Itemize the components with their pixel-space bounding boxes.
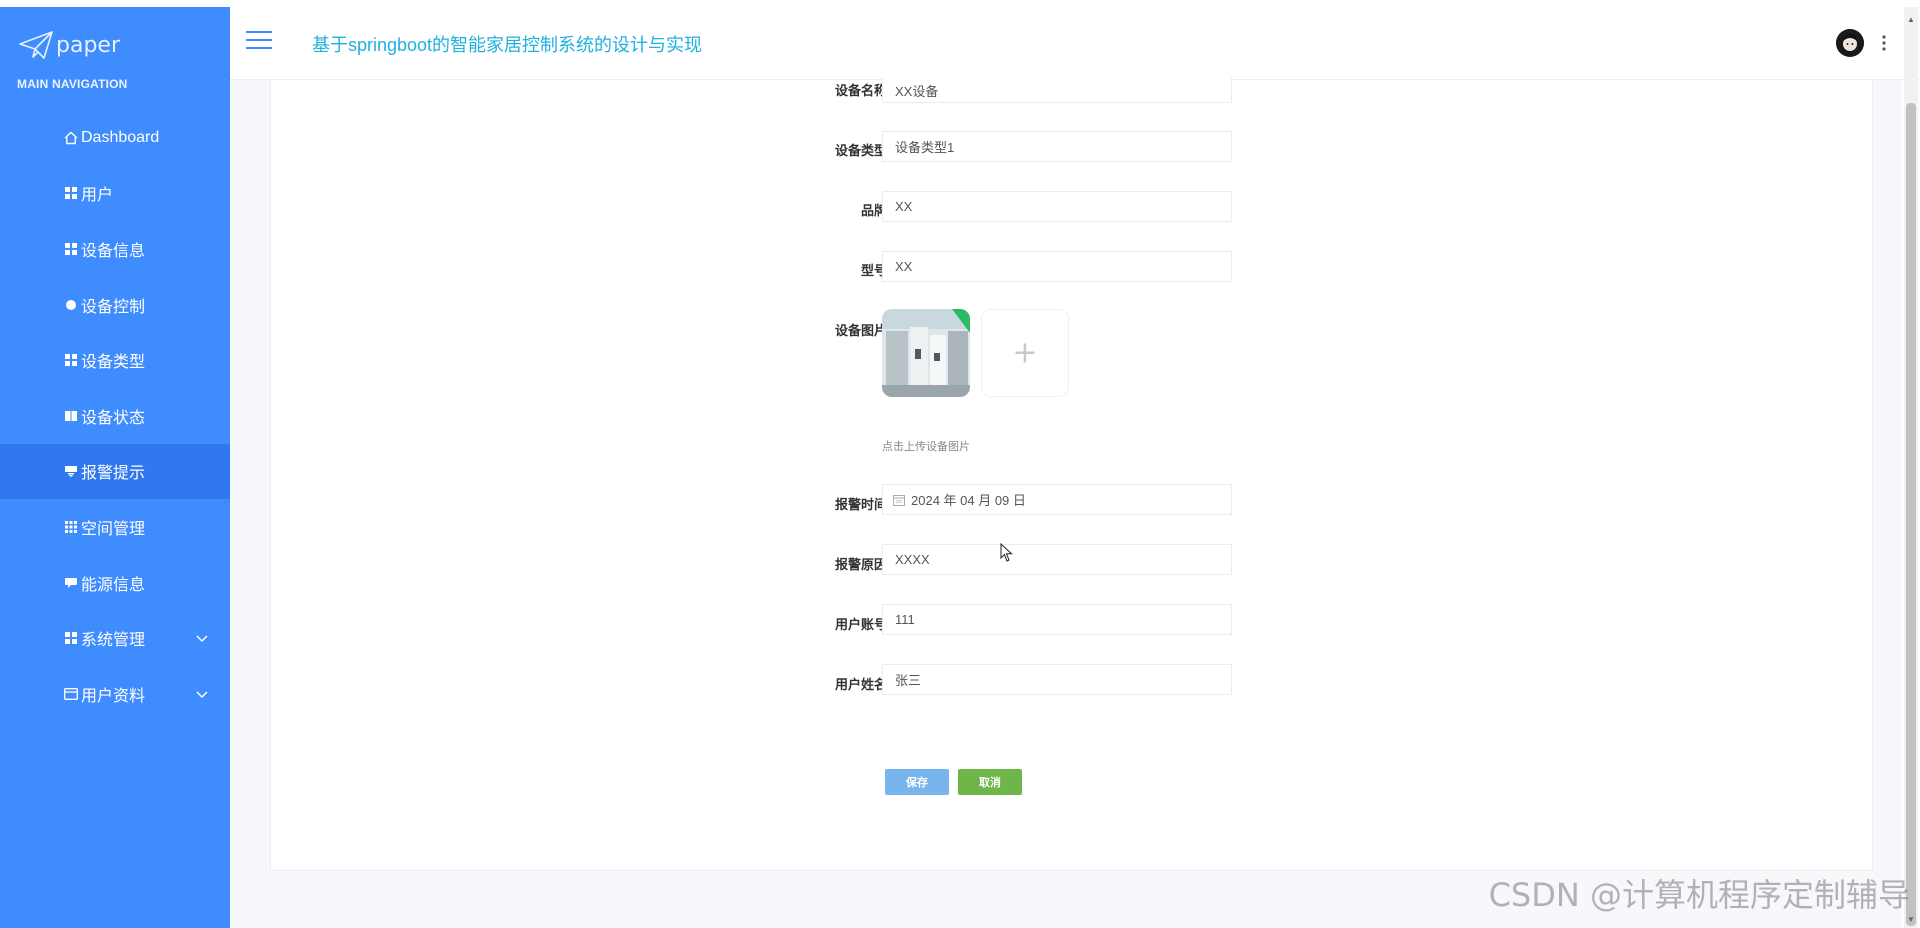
- sidebar-nav: Dashboard 用户 设备信息 设备控制 设备类型 设备状态 报警提示 空间…: [0, 110, 264, 722]
- sidebar-item-system[interactable]: 系统管理: [0, 610, 230, 666]
- chat-icon: [64, 576, 78, 590]
- logo[interactable]: paper: [18, 25, 120, 65]
- card-icon: [64, 687, 78, 701]
- watermark: CSDN @计算机程序定制辅导: [1488, 876, 1910, 914]
- scrollbar[interactable]: ▲ ▼: [1904, 7, 1918, 928]
- user-name-field[interactable]: 张三: [882, 664, 1232, 695]
- paper-plane-icon: [19, 31, 53, 59]
- sidebar-item-label: 报警提示: [81, 465, 146, 483]
- menu-toggle-icon[interactable]: [246, 31, 272, 51]
- grid9-icon: [64, 520, 78, 534]
- form-row-model: 型号: [271, 260, 887, 292]
- top-bar: 基于springboot的智能家居控制系统的设计与实现: [230, 7, 1920, 80]
- avatar[interactable]: [1836, 29, 1864, 57]
- upload-hint: 点击上传设备图片: [882, 441, 970, 453]
- field-label: 设备图片: [834, 323, 887, 338]
- sidebar-item-device-control[interactable]: 设备控制: [0, 277, 230, 333]
- plus-icon: +: [1012, 335, 1038, 371]
- device-type-field[interactable]: 设备类型1: [882, 131, 1232, 162]
- sidebar-item-label: 设备类型: [81, 354, 146, 372]
- field-label: 报警时间: [834, 497, 887, 512]
- chevron-down-icon[interactable]: [196, 688, 208, 700]
- field-label: 报警原因: [834, 557, 887, 572]
- sidebar-item-label: 设备控制: [81, 298, 146, 316]
- sidebar-item-profile[interactable]: 用户资料: [0, 666, 230, 722]
- grid-icon: [64, 353, 78, 367]
- model-field[interactable]: XX: [882, 251, 1232, 282]
- sidebar-item-device-info[interactable]: 设备信息: [0, 221, 230, 277]
- upload-image-button[interactable]: +: [981, 309, 1069, 397]
- content-area: 设备名称 XX设备 设备类型 设备类型1 品牌 XX 型号 XX 设备图片 + …: [230, 78, 1902, 928]
- sidebar-item-label: 设备信息: [81, 242, 146, 260]
- user-account-field[interactable]: 111: [882, 604, 1232, 635]
- page-title: 基于springboot的智能家居控制系统的设计与实现: [312, 35, 703, 55]
- sidebar-item-device-status[interactable]: 设备状态: [0, 388, 230, 444]
- field-label: 用户姓名: [834, 677, 887, 692]
- sidebar-item-label: 用户资料: [81, 687, 146, 705]
- nav-heading: MAIN NAVIGATION: [17, 77, 128, 91]
- sidebar-item-alarm[interactable]: 报警提示: [0, 443, 264, 500]
- alarm-time-value: 2024 年 04 月 09 日: [911, 493, 1026, 508]
- form-row-user-name: 用户姓名: [271, 674, 887, 706]
- device-name-field[interactable]: XX设备: [882, 78, 1232, 103]
- cancel-button[interactable]: 取消: [958, 769, 1022, 795]
- sidebar-item-label: 设备状态: [81, 409, 146, 427]
- sidebar-item-label: 能源信息: [81, 576, 146, 594]
- field-label: 品牌: [860, 203, 887, 218]
- field-label: 用户账号: [834, 617, 887, 632]
- sidebar-item-device-type[interactable]: 设备类型: [0, 332, 230, 388]
- brand-field[interactable]: XX: [882, 191, 1232, 222]
- grid-icon: [64, 631, 78, 645]
- mouse-cursor-icon: [1000, 543, 1013, 562]
- field-label: 设备类型: [834, 143, 887, 158]
- sidebar-item-energy[interactable]: 能源信息: [0, 555, 230, 611]
- form-row-device-image: 设备图片: [271, 320, 887, 352]
- calendar-icon: [893, 494, 905, 506]
- save-button[interactable]: 保存: [885, 769, 949, 795]
- sidebar: paper MAIN NAVIGATION Dashboard 用户 设备信息: [0, 7, 264, 928]
- device-image-thumbnail[interactable]: [882, 309, 970, 397]
- sidebar-item-label: 系统管理: [81, 632, 146, 650]
- logo-text: paper: [56, 32, 120, 58]
- sidebar-item-label: 用户: [81, 187, 114, 205]
- scroll-up-icon[interactable]: ▲: [1907, 15, 1915, 24]
- sidebar-item-label: Dashboard: [81, 128, 160, 146]
- sidebar-item-label: 空间管理: [81, 520, 146, 538]
- form-row-device-name: 设备名称: [271, 80, 887, 112]
- field-label: 设备名称: [834, 83, 887, 98]
- grid-icon: [64, 242, 78, 256]
- scroll-down-icon[interactable]: ▼: [1907, 915, 1915, 924]
- form-row-device-type: 设备类型: [271, 140, 887, 172]
- grid-icon: [64, 186, 78, 200]
- form-row-alarm-reason: 报警原因: [271, 554, 887, 586]
- chevron-down-icon[interactable]: [196, 632, 208, 644]
- bell-icon: [64, 464, 78, 478]
- form-row-alarm-time: 报警时间: [271, 494, 887, 526]
- form-row-user-account: 用户账号: [271, 614, 887, 646]
- sidebar-item-dashboard[interactable]: Dashboard: [0, 110, 230, 166]
- form-card: 设备名称 XX设备 设备类型 设备类型1 品牌 XX 型号 XX 设备图片 + …: [270, 78, 1873, 871]
- scrollbar-thumb[interactable]: [1906, 103, 1916, 926]
- sidebar-item-users[interactable]: 用户: [0, 166, 230, 222]
- more-vertical-icon[interactable]: [1882, 33, 1886, 53]
- alarm-time-field[interactable]: 2024 年 04 月 09 日: [882, 484, 1232, 515]
- sidebar-item-space[interactable]: 空间管理: [0, 499, 230, 555]
- circle-icon: [64, 298, 78, 312]
- form-row-brand: 品牌: [271, 200, 887, 232]
- field-label: 型号: [860, 263, 887, 278]
- alarm-reason-field[interactable]: XXXX: [882, 544, 1232, 575]
- book-icon: [64, 409, 78, 423]
- home-icon: [64, 131, 78, 145]
